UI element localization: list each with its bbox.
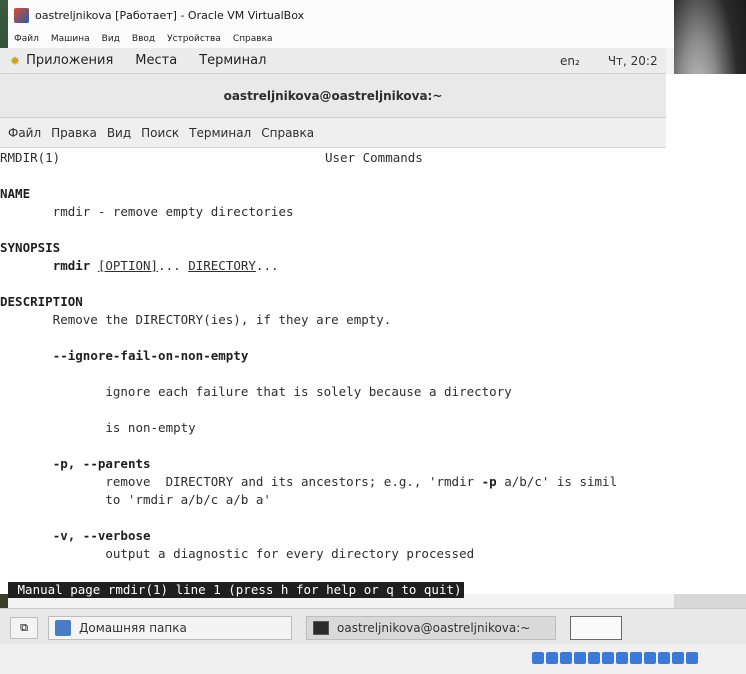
option-parents-desc-flag: -p <box>481 474 497 489</box>
term-menu-search[interactable]: Поиск <box>141 126 179 140</box>
option-verbose-flag: -v, --verbose <box>52 528 151 543</box>
audio-icon[interactable] <box>560 652 572 664</box>
description-text: Remove the DIRECTORY(ies), if they are e… <box>0 312 392 327</box>
guest-screen: ✸ Приложения Места Терминал en₂ Чт, 20:2… <box>0 48 746 674</box>
workspace-switcher[interactable] <box>570 616 622 640</box>
keyboard-layout-indicator[interactable]: en₂ <box>560 54 580 68</box>
option-verbose: -v, --verbose <box>0 528 151 544</box>
option-indent <box>0 528 53 543</box>
panel-clock[interactable]: Чт, 20:2 <box>608 54 658 68</box>
synopsis-space <box>90 258 98 273</box>
option-ignore-fail-desc-1: ignore each failure that is solely becau… <box>0 384 512 399</box>
virtualbox-statusbar <box>0 644 746 674</box>
man-header-center: User Commands <box>325 150 423 165</box>
option-ignore-fail-desc-2: is non-empty <box>0 420 196 435</box>
network-icon[interactable] <box>574 652 586 664</box>
host-key-icon[interactable] <box>686 652 698 664</box>
term-menu-edit[interactable]: Правка <box>51 126 97 140</box>
option-parents-desc-c: a/b/c' is simil <box>496 474 618 489</box>
option-parents: -p, --parents <box>0 456 151 472</box>
option-ignore-fail: --ignore-fail-on-non-empty <box>0 348 249 364</box>
vbox-menu-view[interactable]: Вид <box>102 34 120 44</box>
gnome-top-panel: ✸ Приложения Места Терминал en₂ Чт, 20:2 <box>0 48 666 74</box>
synopsis-indent <box>0 258 53 273</box>
synopsis-option: [OPTION] <box>97 258 159 273</box>
cpu-icon[interactable] <box>644 652 656 664</box>
option-parents-desc-2: to 'rmdir a/b/c a/b a' <box>0 492 271 507</box>
taskbar-terminal-label: oastreljnikova@oastreljnikova:~ <box>337 621 531 635</box>
taskbar-terminal[interactable]: oastreljnikova@oastreljnikova:~ <box>306 616 556 640</box>
show-desktop-button[interactable]: ⧉ <box>10 617 38 639</box>
taskbar-home-folder-label: Домашняя папка <box>79 621 187 635</box>
vbox-menu-input[interactable]: Ввод <box>132 34 155 44</box>
vbox-menu-machine[interactable]: Машина <box>51 34 90 44</box>
option-indent <box>0 348 53 363</box>
terminal-window: oastreljnikova@oastreljnikova:~ Файл Пра… <box>0 74 746 598</box>
term-menu-terminal[interactable]: Терминал <box>189 126 251 140</box>
term-menu-help[interactable]: Справка <box>261 126 314 140</box>
option-ignore-fail-flag: --ignore-fail-on-non-empty <box>52 348 249 363</box>
taskbar-home-folder[interactable]: Домашняя папка <box>48 616 292 640</box>
option-verbose-desc: output a diagnostic for every directory … <box>0 546 475 561</box>
synopsis-end: ... <box>255 258 279 273</box>
option-parents-desc-1: remove DIRECTORY and its ancestors; e.g.… <box>0 474 617 490</box>
virtualbox-titlebar: oastreljnikova [Работает] - Oracle VM Vi… <box>8 0 674 30</box>
virtualbox-title: oastreljnikova [Работает] - Oracle VM Vi… <box>35 8 305 22</box>
places-menu[interactable]: Места <box>135 53 177 68</box>
term-menu-file[interactable]: Файл <box>8 126 41 140</box>
usb-icon[interactable] <box>588 652 600 664</box>
recording-icon[interactable] <box>630 652 642 664</box>
terminal-menu[interactable]: Терминал <box>199 53 266 68</box>
gnome-bottom-panel: ⧉ Домашняя папка oastreljnikova@oastrelj… <box>0 608 746 644</box>
option-indent <box>0 456 53 471</box>
description-heading: DESCRIPTION <box>0 294 83 309</box>
synopsis-dots: ... <box>158 258 189 273</box>
applications-icon: ✸ <box>10 53 21 68</box>
synopsis-directory: DIRECTORY <box>188 258 256 273</box>
synopsis-heading: SYNOPSIS <box>0 240 61 255</box>
virtualbox-device-tray <box>532 652 698 664</box>
man-header-left: RMDIR(1) <box>0 150 61 165</box>
synopsis-text: rmdir [OPTION]... DIRECTORY... <box>0 258 279 274</box>
terminal-content[interactable]: RMDIR(1) User Commands NAME rmdir - remo… <box>0 148 746 598</box>
vbox-menu-devices[interactable]: Устройства <box>167 34 221 44</box>
optical-icon[interactable] <box>546 652 558 664</box>
terminal-icon <box>313 621 329 635</box>
virtualbox-menubar: Файл Машина Вид Ввод Устройства Справка <box>8 30 674 48</box>
terminal-title: oastreljnikova@oastreljnikova:~ <box>223 88 443 103</box>
mouse-icon[interactable] <box>658 652 670 664</box>
man-header: RMDIR(1) <box>0 150 60 166</box>
applications-menu[interactable]: ✸ Приложения <box>10 53 113 68</box>
panel-status-area: en₂ Чт, 20:2 <box>560 48 658 74</box>
show-desktop-icon: ⧉ <box>20 621 28 634</box>
name-heading: NAME <box>0 186 31 201</box>
option-parents-flag: -p, --parents <box>52 456 151 471</box>
keyboard-icon[interactable] <box>672 652 684 664</box>
name-text: rmdir - remove empty directories <box>0 204 294 219</box>
option-parents-desc-a: remove DIRECTORY and its ancestors; e.g.… <box>0 474 482 489</box>
folder-icon <box>55 620 71 636</box>
hdd-icon[interactable] <box>532 652 544 664</box>
man-status-line: Manual page rmdir(1) line 1 (press h for… <box>8 582 464 598</box>
applications-label: Приложения <box>26 53 114 68</box>
display-icon[interactable] <box>616 652 628 664</box>
synopsis-command: rmdir <box>52 258 91 273</box>
shared-folder-icon[interactable] <box>602 652 614 664</box>
vbox-menu-help[interactable]: Справка <box>233 34 273 44</box>
terminal-menubar: Файл Правка Вид Поиск Терминал Справка <box>0 118 666 148</box>
term-menu-view[interactable]: Вид <box>107 126 131 140</box>
terminal-titlebar: oastreljnikova@oastreljnikova:~ <box>0 74 666 118</box>
vbox-menu-file[interactable]: Файл <box>14 34 39 44</box>
virtualbox-logo-icon <box>14 7 29 23</box>
